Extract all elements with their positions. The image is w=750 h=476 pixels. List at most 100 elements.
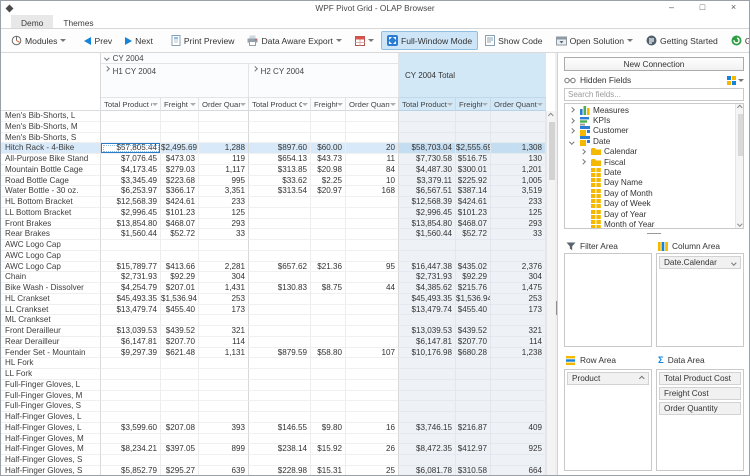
row-header[interactable]: LL Crankset [1,305,101,316]
tree-item-day-of-week[interactable]: Day of Week [565,199,735,209]
data-cell[interactable] [311,434,346,445]
scroll-up-icon[interactable] [547,111,555,121]
data-cell[interactable]: $225.92 [456,176,491,187]
getting-started-button[interactable]: Getting Started [640,31,724,50]
row-header[interactable]: Water Bottle - 30 oz. [1,186,101,197]
data-cell[interactable]: 1,288 [199,143,249,154]
data-cell[interactable] [456,455,491,466]
data-cell[interactable]: $20.98 [311,165,346,176]
data-cell[interactable] [399,358,456,369]
row-header[interactable]: HL Bottom Bracket [1,197,101,208]
data-cell[interactable] [456,240,491,251]
data-cell[interactable]: 409 [491,423,546,434]
data-cell[interactable]: $397.05 [161,444,199,455]
data-cell[interactable]: 114 [199,337,249,348]
data-cell[interactable] [346,305,399,316]
data-cell[interactable]: 20 [346,143,399,154]
data-cell[interactable] [346,369,399,380]
data-cell[interactable] [311,401,346,412]
measure-header[interactable]: Order Quantity [346,98,399,111]
next-button[interactable]: Next [119,32,159,50]
prev-button[interactable]: Prev [78,32,118,50]
expand-icon[interactable] [580,149,585,154]
tree-scrollbar[interactable] [735,104,743,228]
data-cell[interactable] [399,251,456,262]
row-header[interactable]: Full-Finger Gloves, M [1,391,101,402]
data-cell[interactable] [399,122,456,133]
data-cell[interactable]: $3,746.15 [399,423,456,434]
row-header[interactable]: HL Crankset [1,294,101,305]
data-cell[interactable] [161,122,199,133]
scrollbar-thumb[interactable] [549,122,555,180]
row-header[interactable]: Half-Finger Gloves, M [1,434,101,445]
data-cell[interactable]: $9,297.39 [101,348,161,359]
data-cell[interactable] [249,401,311,412]
data-area-field[interactable]: Total Product Cost [659,372,741,385]
data-cell[interactable]: 16 [346,423,399,434]
data-cell[interactable] [491,111,546,122]
data-cell[interactable]: $10,176.98 [399,348,456,359]
data-cell[interactable] [199,122,249,133]
data-cell[interactable] [491,391,546,402]
data-cell[interactable] [101,133,161,144]
data-cell[interactable]: 119 [199,154,249,165]
expand-icon[interactable] [569,108,574,113]
data-cell[interactable] [346,133,399,144]
tree-item-customer[interactable]: Customer [565,126,735,136]
tree-item-day-of-month[interactable]: Day of Month [565,188,735,198]
tree-areas-splitter[interactable] [564,232,744,236]
data-cell[interactable]: 26 [346,444,399,455]
row-header[interactable]: Fender Set - Mountain [1,348,101,359]
tree-item-date[interactable]: Date [565,167,735,177]
data-cell[interactable]: 33 [199,229,249,240]
row-header[interactable]: AWC Logo Cap [1,262,101,273]
data-cell[interactable] [346,122,399,133]
data-cell[interactable] [311,294,346,305]
scroll-up-icon[interactable] [737,105,742,110]
data-cell[interactable]: 168 [346,186,399,197]
data-cell[interactable] [249,315,311,326]
data-cell[interactable] [311,337,346,348]
data-cell[interactable] [491,122,546,133]
data-cell[interactable]: $207.01 [161,283,199,294]
tree-item-fiscal[interactable]: Fiscal [565,157,735,167]
data-cell[interactable]: $207.70 [456,337,491,348]
row-header[interactable]: LL Fork [1,369,101,380]
data-cell[interactable] [199,391,249,402]
data-cell[interactable] [199,133,249,144]
data-cell[interactable]: $4,254.79 [101,283,161,294]
data-cell[interactable] [346,111,399,122]
data-cell[interactable] [249,197,311,208]
print-preview-button[interactable]: Print Preview [165,31,241,50]
measure-header[interactable]: Freight Cost [311,98,346,111]
data-cell[interactable]: 321 [491,326,546,337]
data-cell[interactable] [491,401,546,412]
data-cell[interactable] [101,369,161,380]
data-cell[interactable]: $216.87 [456,423,491,434]
data-cell[interactable] [491,315,546,326]
data-cell[interactable] [491,133,546,144]
data-cell[interactable]: $92.29 [161,272,199,283]
data-cell[interactable]: $412.97 [456,444,491,455]
data-cell[interactable] [249,111,311,122]
row-header[interactable]: Men's Bib-Shorts, S [1,133,101,144]
data-cell[interactable] [346,455,399,466]
data-cell[interactable] [161,358,199,369]
close-button[interactable]: × [718,1,749,15]
filter-area-box[interactable] [564,253,652,347]
data-cell[interactable]: $33.62 [249,176,311,187]
measure-header[interactable]: Order Quantity [491,98,546,111]
data-cell[interactable]: 114 [491,337,546,348]
row-header[interactable]: Men's Bib-Shorts, L [1,111,101,122]
row-header[interactable]: Half-Finger Gloves, S [1,455,101,466]
data-cell[interactable]: $455.40 [161,305,199,316]
data-cell[interactable] [249,412,311,423]
data-cell[interactable]: $2.25 [311,176,346,187]
row-header[interactable]: Front Brakes [1,219,101,230]
data-cell[interactable]: $6,147.81 [101,337,161,348]
data-cell[interactable]: $215.76 [456,283,491,294]
tree-item-kpis[interactable]: KPIs [565,115,735,125]
data-cell[interactable]: 664 [491,466,546,476]
row-area-box[interactable]: Product [564,369,652,471]
data-cell[interactable] [101,391,161,402]
